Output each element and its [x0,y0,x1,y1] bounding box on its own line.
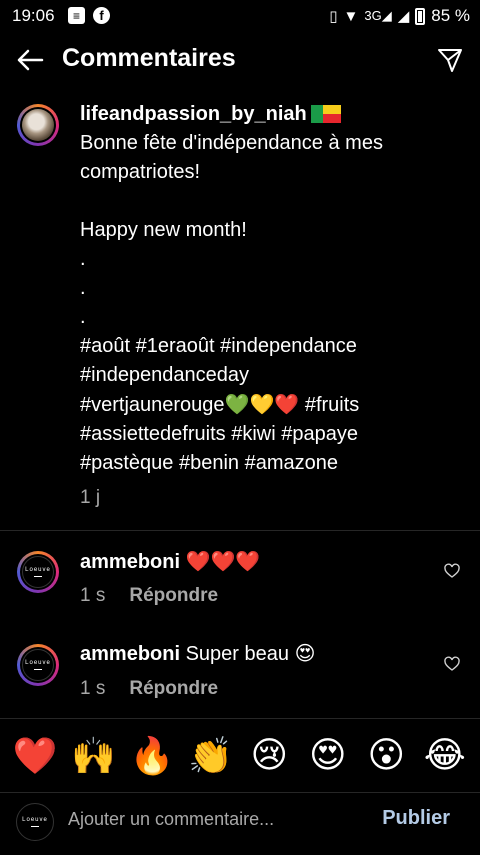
comment-text: ❤️❤️❤️ [185,549,261,573]
hashtag-line[interactable]: #pastèque #benin #amazone [80,449,465,478]
avatar-logo-text: Loeuve [25,660,51,666]
fire-emoji-button[interactable]: 🔥 [129,733,175,779]
vibrate-icon: ▯ [329,8,338,25]
avatar-photo [22,109,54,141]
caption-line: . [80,306,86,328]
comment-text: Super beau 😍 [185,643,316,665]
avatar-logo-text: Loeuve [22,817,48,823]
comment-username[interactable]: ammeboni [80,551,180,573]
comment-time: 1 s [80,678,106,699]
header: Commentaires [0,32,480,88]
caption-line: compatriotes! [80,161,201,183]
status-bar: 19:06 ≡ f ▯ ▼ 3G◢ ◢ 85 % [0,0,480,32]
post-username[interactable]: lifeandpassion_by_niah [80,103,307,125]
own-avatar: Loeuve [16,803,54,841]
comment-avatar[interactable]: Loeuve [17,551,59,593]
red-heart-emoji-button[interactable]: ❤️ [12,733,58,779]
yellow-heart-icon: 💛 [249,392,275,416]
avatar-logo-text: Loeuve [25,567,51,573]
reply-button[interactable]: Répondre [129,678,218,700]
caption-line: . [80,248,86,270]
post-time: 1 j [80,487,101,508]
reply-button[interactable]: Répondre [129,585,218,607]
publish-button[interactable]: Publier [382,807,450,830]
caption-line: Bonne fête d'indépendance à mes [80,132,383,154]
post-avatar[interactable] [17,104,59,146]
comment-time: 1 s [80,585,106,606]
network-type: 3G [364,8,382,23]
red-heart-icon: ❤️ [274,392,300,416]
battery-text: 85 % [431,6,470,25]
hashtag-line[interactable]: #assiettedefruits #kiwi #papaye [80,420,465,449]
emoji-quick-bar: ❤️ 🙌 🔥 👏 😢 😍 😮 😂 [0,718,480,792]
hashtag-line[interactable]: #août #1eraoût #independance [80,332,465,361]
send-icon[interactable] [436,46,464,74]
back-arrow-icon[interactable] [14,44,46,76]
comment-item: Loeuve ammeboni Super beau 😍 1 s Répondr… [0,640,480,710]
crying-emoji-button[interactable]: 😢 [246,733,292,779]
comment-avatar[interactable]: Loeuve [17,644,59,686]
raised-hands-emoji-button[interactable]: 🙌 [71,733,117,779]
clapping-emoji-button[interactable]: 👏 [188,733,234,779]
caption-line [80,187,465,216]
caption-line: . [80,277,86,299]
hashtag-line[interactable]: #independanceday [80,361,465,390]
status-time: 19:06 [12,6,55,25]
comment-input[interactable]: Ajouter un commentaire... [68,809,274,830]
facebook-icon: f [93,7,110,24]
comment-username[interactable]: ammeboni [80,643,180,665]
green-heart-icon: 💚 [224,392,250,416]
page-title: Commentaires [62,44,236,72]
heart-eyes-emoji-button[interactable]: 😍 [305,733,351,779]
divider [0,530,480,531]
heart-outline-icon[interactable] [444,656,460,672]
comment-composer: Loeuve Ajouter un commentaire... Publier [0,792,480,855]
surprised-emoji-button[interactable]: 😮 [363,733,409,779]
signal-icon: 3G◢ [364,8,392,23]
benin-flag-icon [310,105,341,123]
signal-2-icon: ◢ [397,8,410,25]
message-icon: ≡ [68,7,85,24]
battery-icon [415,7,426,25]
heart-outline-icon[interactable] [444,563,460,579]
hashtag-line[interactable]: #vertjaunerouge💚💛❤️ #fruits [80,390,465,420]
comment-item: Loeuve ammeboni ❤️❤️❤️ 1 s Répondre [0,547,480,617]
wifi-icon: ▼ [343,7,359,25]
caption-line: Happy new month! [80,219,247,241]
laughing-emoji-button[interactable]: 😂 [422,733,468,779]
